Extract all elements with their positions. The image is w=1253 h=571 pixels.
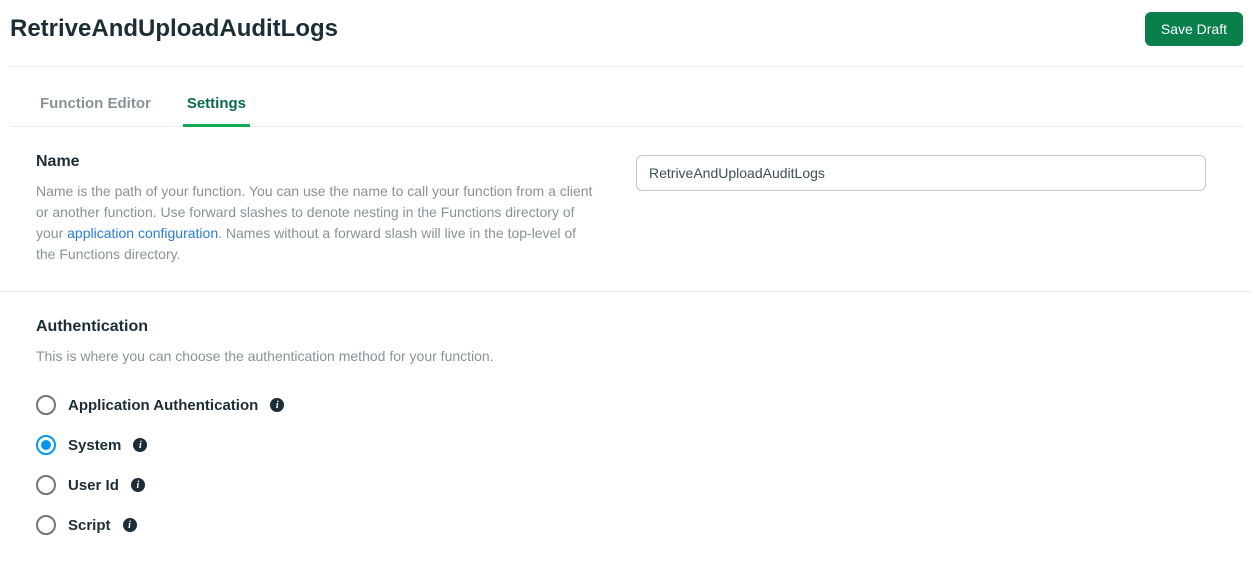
header-divider bbox=[10, 66, 1243, 67]
page-header: RetriveAndUploadAuditLogs Save Draft bbox=[0, 0, 1253, 66]
tab-bar: Function Editor Settings bbox=[10, 85, 1243, 127]
auth-heading: Authentication bbox=[36, 318, 1217, 336]
name-description: Name is the path of your function. You c… bbox=[36, 181, 596, 265]
application-configuration-link[interactable]: application configuration bbox=[67, 225, 218, 241]
auth-radio-group: Application Authentication i System i Us… bbox=[36, 385, 1217, 545]
auth-option-label: System bbox=[68, 437, 121, 454]
radio-icon bbox=[36, 395, 56, 415]
auth-option-label: Application Authentication bbox=[68, 397, 258, 414]
auth-option-user-id[interactable]: User Id i bbox=[36, 465, 1217, 505]
save-draft-button[interactable]: Save Draft bbox=[1145, 12, 1243, 46]
radio-icon bbox=[36, 435, 56, 455]
radio-icon bbox=[36, 515, 56, 535]
name-heading: Name bbox=[36, 153, 596, 171]
name-section: Name Name is the path of your function. … bbox=[0, 127, 1253, 291]
auth-option-label: Script bbox=[68, 517, 111, 534]
tab-function-editor[interactable]: Function Editor bbox=[36, 85, 155, 127]
authentication-section: Authentication This is where you can cho… bbox=[0, 291, 1253, 571]
auth-option-application[interactable]: Application Authentication i bbox=[36, 385, 1217, 425]
info-icon[interactable]: i bbox=[131, 478, 145, 492]
auth-description: This is where you can choose the authent… bbox=[36, 346, 596, 367]
function-name-input[interactable] bbox=[636, 155, 1206, 191]
radio-icon bbox=[36, 475, 56, 495]
info-icon[interactable]: i bbox=[123, 518, 137, 532]
auth-option-script[interactable]: Script i bbox=[36, 505, 1217, 545]
info-icon[interactable]: i bbox=[133, 438, 147, 452]
auth-option-system[interactable]: System i bbox=[36, 425, 1217, 465]
page-title: RetriveAndUploadAuditLogs bbox=[10, 15, 338, 43]
tab-settings[interactable]: Settings bbox=[183, 85, 250, 127]
auth-option-label: User Id bbox=[68, 477, 119, 494]
info-icon[interactable]: i bbox=[270, 398, 284, 412]
